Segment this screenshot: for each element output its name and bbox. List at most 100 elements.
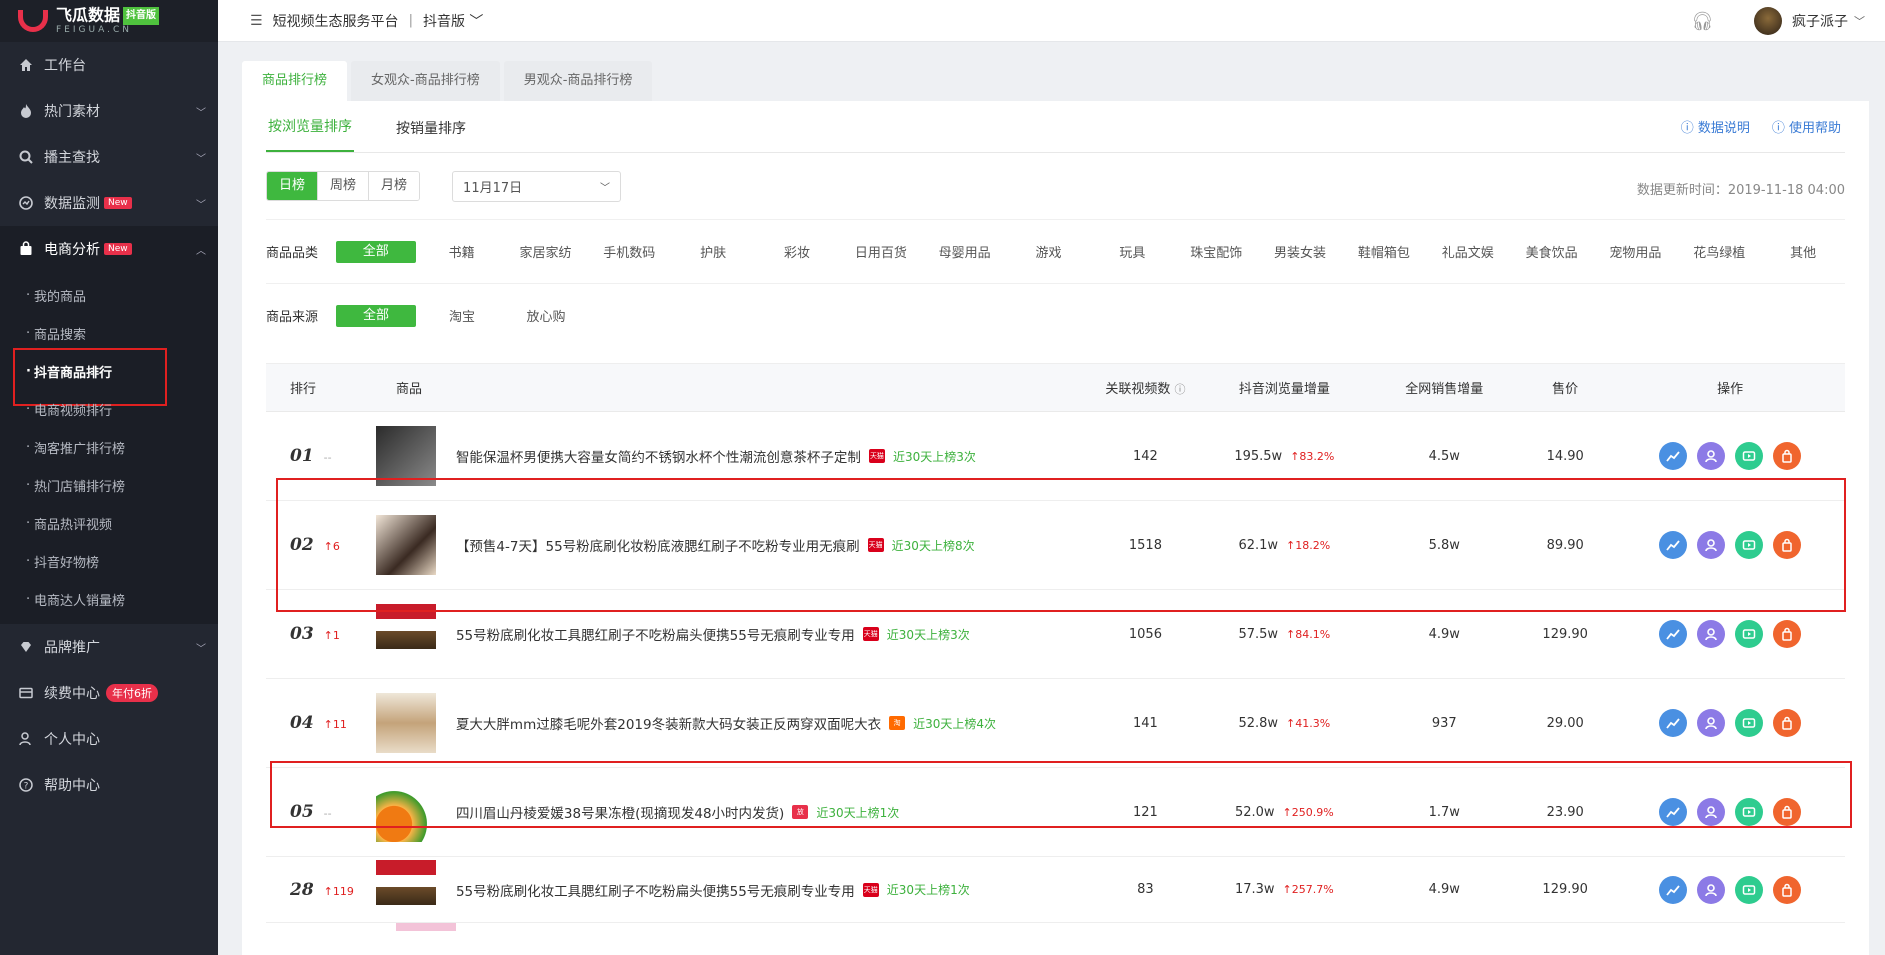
trend-chart-icon[interactable]: [1659, 798, 1688, 826]
category-item[interactable]: 其他: [1761, 242, 1845, 261]
play-video-icon[interactable]: [1735, 531, 1764, 559]
play-video-icon[interactable]: [1735, 709, 1764, 737]
trend-chart-icon[interactable]: [1659, 620, 1688, 648]
usage-help-link[interactable]: ⓘ 使用帮助: [1772, 117, 1841, 136]
product-thumbnail[interactable]: [375, 782, 436, 842]
table-row[interactable]: 28 ↑119 55号粉底刷化妆工具腮红刷子不吃粉扁头便携55号无痕刷专业专用 天猫近…: [266, 857, 1845, 923]
shop-bag-icon[interactable]: [1773, 531, 1802, 559]
table-row[interactable]: 04 ↑11 夏大大胖mm过膝毛呢外套2019冬装新款大码女装正反两穿双面呢大衣淘近…: [266, 679, 1845, 768]
sub-douyin-goods-rank[interactable]: 抖音商品排行: [0, 348, 218, 406]
trend-chart-icon[interactable]: [1659, 709, 1688, 737]
nav-personal[interactable]: 个人中心: [0, 716, 218, 762]
shop-bag-icon[interactable]: [1773, 798, 1802, 826]
category-item[interactable]: 书籍: [420, 242, 504, 261]
sub-taoke-rank[interactable]: 淘客推广排行榜: [0, 428, 218, 466]
category-item[interactable]: 护肤: [671, 242, 755, 261]
play-video-icon[interactable]: [1735, 798, 1764, 826]
category-item[interactable]: 玩具: [1090, 242, 1174, 261]
product-title[interactable]: 【预售4-7天】55号粉底刷化妆粉底液腮红刷子不吃粉专业用无痕刷: [456, 535, 860, 555]
nav-renew[interactable]: 续费中心 年付6折: [0, 670, 218, 716]
profile-icon[interactable]: [1697, 709, 1726, 737]
source-item[interactable]: 放心购: [504, 306, 588, 325]
profile-icon[interactable]: [1697, 875, 1726, 904]
sub-goods-search[interactable]: 商品搜索: [0, 314, 218, 352]
sub-video-rank[interactable]: 电商视频排行: [0, 390, 218, 428]
product-title[interactable]: 智能保温杯男便携大容量女简约不锈钢水杯个性潮流创意茶杯子定制: [456, 446, 861, 466]
source-item[interactable]: 淘宝: [420, 306, 504, 325]
trend-chart-icon[interactable]: [1659, 875, 1688, 904]
category-item[interactable]: 全部: [335, 240, 416, 263]
category-item[interactable]: 游戏: [1007, 242, 1091, 261]
product-title[interactable]: 四川眉山丹棱爱媛38号果冻橙(现摘现发48小时内发货): [456, 802, 784, 822]
nav-help[interactable]: ? 帮助中心: [0, 762, 218, 808]
sub-my-goods[interactable]: 我的商品: [0, 276, 218, 314]
date-select[interactable]: 11月17日 ﹀: [452, 170, 622, 202]
category-item[interactable]: 日用百货: [839, 242, 923, 261]
nav-ecommerce[interactable]: 电商分析 New ︿: [0, 226, 218, 272]
profile-icon[interactable]: [1697, 531, 1726, 559]
username[interactable]: 疯子派子: [1792, 11, 1848, 31]
category-item[interactable]: 花鸟绿植: [1677, 242, 1761, 261]
product-thumbnail[interactable]: [375, 426, 436, 486]
nav-brand-promo[interactable]: 品牌推广 ﹀: [0, 624, 218, 670]
shop-bag-icon[interactable]: [1773, 442, 1802, 470]
version-select[interactable]: 抖音版 ﹀: [423, 11, 483, 31]
category-item[interactable]: 男装女装: [1258, 242, 1342, 261]
sub-talent-sales[interactable]: 电商达人销量榜: [0, 580, 218, 618]
trend-chart-icon[interactable]: [1659, 442, 1688, 470]
col-videos[interactable]: 关联视频数 ⓘ: [1095, 378, 1195, 397]
chevron-down-icon[interactable]: ﹀: [1854, 13, 1865, 29]
profile-icon[interactable]: [1697, 620, 1726, 648]
brand-logo[interactable]: 飞瓜数据 抖音版 FEIGUA.CN: [0, 0, 218, 42]
product-title[interactable]: 55号粉底刷化妆工具腮红刷子不吃粉扁头便携55号无痕刷专业专用: [456, 624, 855, 644]
tab-sort-by-views[interactable]: 按浏览量排序: [266, 116, 354, 152]
table-row[interactable]: 01 -- 智能保温杯男便携大容量女简约不锈钢水杯个性潮流创意茶杯子定制 天猫 近30天…: [266, 412, 1845, 501]
nav-anchor-search[interactable]: 播主查找 ﹀: [0, 134, 218, 180]
sub-good-things[interactable]: 抖音好物榜: [0, 542, 218, 580]
shop-bag-icon[interactable]: [1773, 620, 1802, 648]
trend-chart-icon[interactable]: [1659, 531, 1688, 559]
category-item[interactable]: 鞋帽箱包: [1342, 242, 1426, 261]
play-video-icon[interactable]: [1735, 620, 1764, 648]
product-title[interactable]: 55号粉底刷化妆工具腮红刷子不吃粉扁头便携55号无痕刷专业专用: [456, 880, 855, 900]
category-item[interactable]: 礼品文娱: [1426, 242, 1510, 261]
table-row[interactable]: 03 ↑1 55号粉底刷化妆工具腮红刷子不吃粉扁头便携55号无痕刷专业专用 天猫 近30…: [266, 590, 1845, 679]
period-month-button[interactable]: 月榜: [369, 172, 420, 200]
product-thumbnail[interactable]: [375, 693, 436, 753]
profile-icon[interactable]: [1697, 442, 1726, 470]
sub-hot-comment-video[interactable]: 商品热评视频: [0, 504, 218, 542]
category-item[interactable]: 宠物用品: [1594, 242, 1678, 261]
category-item[interactable]: 母婴用品: [923, 242, 1007, 261]
tab-sort-by-sales[interactable]: 按销量排序: [394, 118, 468, 152]
sub-shop-rank[interactable]: 热门店铺排行榜: [0, 466, 218, 504]
profile-icon[interactable]: [1697, 798, 1726, 826]
category-item[interactable]: 家居家纺: [504, 242, 588, 261]
data-explain-link[interactable]: ⓘ 数据说明: [1681, 117, 1750, 136]
nav-hot-material[interactable]: 热门素材 ﹀: [0, 88, 218, 134]
category-item[interactable]: 彩妆: [755, 242, 839, 261]
play-video-icon[interactable]: [1735, 442, 1764, 470]
product-thumbnail[interactable]: [375, 515, 436, 575]
category-item[interactable]: 美食饮品: [1510, 242, 1594, 261]
period-week-button[interactable]: 周榜: [318, 172, 370, 200]
shop-bag-icon[interactable]: [1773, 709, 1802, 737]
nav-data-monitor[interactable]: 数据监测 New ﹀: [0, 180, 218, 226]
period-day-button[interactable]: 日榜: [267, 172, 319, 200]
table-row[interactable]: 05 -- 四川眉山丹棱爱媛38号果冻橙(现摘现发48小时内发货) 放近30天上榜1次…: [266, 768, 1845, 857]
product-title[interactable]: 夏大大胖mm过膝毛呢外套2019冬装新款大码女装正反两穿双面呢大衣: [456, 713, 881, 733]
category-item[interactable]: 手机数码: [587, 242, 671, 261]
product-thumbnail[interactable]: [375, 604, 436, 664]
product-thumbnail[interactable]: [375, 859, 436, 920]
play-video-icon[interactable]: [1735, 875, 1764, 904]
category-item[interactable]: 珠宝配饰: [1174, 242, 1258, 261]
shop-bag-icon[interactable]: [1773, 875, 1802, 904]
headset-icon[interactable]: 🎧︎: [1691, 11, 1714, 32]
tab-male-goods-rank[interactable]: 男观众-商品排行榜: [503, 61, 653, 101]
source-item[interactable]: 全部: [336, 304, 416, 327]
nav-workbench[interactable]: 工作台: [0, 42, 218, 88]
menu-toggle-icon[interactable]: ☰: [250, 13, 263, 29]
table-row[interactable]: 02 ↑6 【预售4-7天】55号粉底刷化妆粉底液腮红刷子不吃粉专业用无痕刷 天猫 近3…: [266, 501, 1845, 590]
tab-female-goods-rank[interactable]: 女观众-商品排行榜: [351, 61, 500, 101]
tab-goods-rank[interactable]: 商品排行榜: [242, 61, 348, 101]
avatar[interactable]: [1754, 7, 1782, 35]
